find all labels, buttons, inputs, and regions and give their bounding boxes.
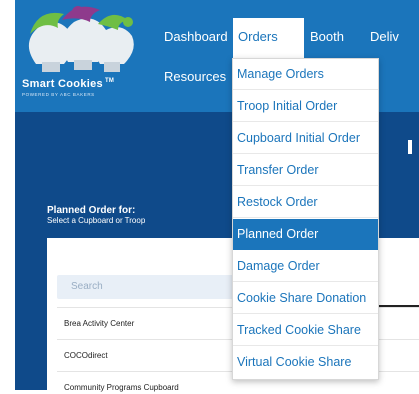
nav-booth[interactable]: Booth: [310, 29, 344, 44]
menu-item-troop-initial-order[interactable]: Troop Initial Order: [233, 91, 378, 122]
menu-item-transfer-order[interactable]: Transfer Order: [233, 155, 378, 186]
nav-orders[interactable]: Orders: [233, 18, 304, 58]
menu-item-cupboard-initial-order[interactable]: Cupboard Initial Order: [233, 123, 378, 154]
menu-item-tracked-cookie-share[interactable]: Tracked Cookie Share: [233, 315, 378, 346]
logo-subtitle: POWERED BY ABC BAKERS: [22, 92, 95, 97]
nav-resources[interactable]: Resources: [164, 69, 226, 84]
nav-dashboard[interactable]: Dashboard: [164, 29, 228, 44]
nav-delivery[interactable]: Deliv: [370, 29, 399, 44]
page-subtitle: Select a Cupboard or Troop: [47, 216, 146, 225]
menu-item-restock-order[interactable]: Restock Order: [233, 187, 378, 218]
orders-dropdown-menu: Manage Orders Troop Initial Order Cupboa…: [232, 58, 379, 380]
menu-item-virtual-cookie-share[interactable]: Virtual Cookie Share: [233, 347, 378, 378]
list-item[interactable]: COCOdirect: [64, 351, 108, 360]
menu-item-cookie-share-donation[interactable]: Cookie Share Donation: [233, 283, 378, 314]
menu-item-planned-order[interactable]: Planned Order: [233, 219, 378, 250]
partial-element: [408, 140, 412, 154]
menu-item-manage-orders[interactable]: Manage Orders: [233, 59, 378, 90]
list-item[interactable]: Community Programs Cupboard: [64, 383, 179, 392]
search-placeholder: Search: [71, 281, 103, 292]
nav-orders-label: Orders: [238, 29, 278, 44]
page-title: Planned Order for:: [47, 205, 136, 216]
trademark-mark: TM: [104, 78, 115, 84]
menu-item-damage-order[interactable]: Damage Order: [233, 251, 378, 282]
logo-text: Smart Cookies TM: [22, 78, 115, 90]
list-item[interactable]: Brea Activity Center: [64, 319, 134, 328]
